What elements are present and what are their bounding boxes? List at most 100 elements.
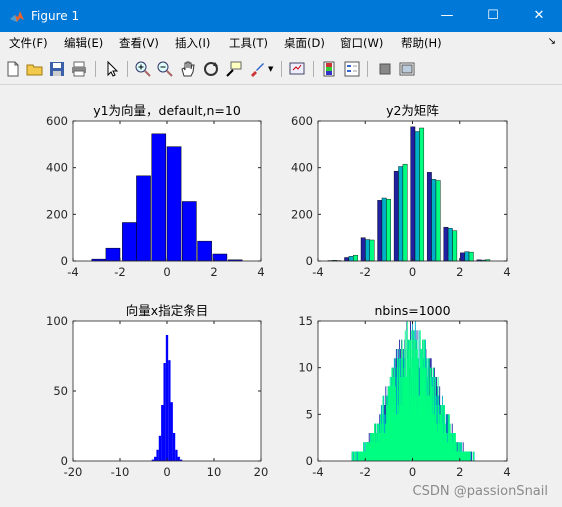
axes-vector-edges-histogram[interactable]: -20 -10 0 10 20050100向量x指定条目 — [46, 303, 268, 479]
menu-insert[interactable]: 插入(I) — [175, 36, 210, 50]
x-tick-label: 4 — [257, 265, 264, 279]
menu-tools[interactable]: 工具(T) — [229, 36, 268, 50]
x-tick-label: -4 — [67, 265, 78, 279]
menu-view[interactable]: 查看(V) — [119, 36, 159, 50]
histogram-bar — [197, 240, 212, 262]
axes-title: y1为向量，default,n=10 — [93, 103, 241, 118]
dock-arrow-icon[interactable]: ↘ — [548, 36, 556, 47]
maximize-button[interactable]: ☐ — [470, 0, 516, 32]
histogram-bar — [151, 133, 167, 262]
toolbar-separator — [313, 61, 314, 77]
histogram-bar — [212, 253, 228, 262]
x-tick-label: 4 — [503, 465, 510, 479]
toolbar-separator — [367, 61, 368, 77]
histogram-bar — [471, 451, 473, 461]
minimize-button[interactable]: — — [424, 0, 470, 32]
x-tick-label: 0 — [409, 265, 416, 279]
histogram-bar — [460, 252, 465, 262]
histogram-bar — [352, 451, 354, 461]
y-tick-label: 15 — [298, 314, 313, 328]
histogram-bar — [414, 131, 420, 262]
histogram-bar — [393, 170, 399, 262]
x-tick-label: 0 — [163, 465, 170, 479]
menu-file[interactable]: 文件(F) — [9, 36, 48, 50]
histogram-bar — [355, 451, 357, 461]
data-cursor-icon[interactable] — [225, 60, 243, 78]
open-file-icon[interactable] — [26, 60, 44, 78]
axes-y1-histogram[interactable]: -4 -2 0 2 4 0 200 400 600 y1为向量，default,n=10 — [46, 103, 265, 279]
toolbar: ▼ — [0, 56, 562, 85]
x-tick-label: 2 — [210, 265, 217, 279]
hide-plot-tools-icon[interactable] — [376, 60, 394, 78]
new-figure-icon[interactable] — [4, 60, 22, 78]
histogram-bar — [172, 433, 176, 461]
pan-hand-icon[interactable] — [179, 60, 197, 78]
link-plot-icon[interactable] — [288, 60, 306, 78]
axes-title: nbins=1000 — [374, 303, 450, 318]
y-tick-label: 5 — [306, 407, 313, 421]
x-tick-label: 2 — [456, 465, 463, 479]
toolbar-separator — [95, 61, 96, 77]
zoom-in-icon[interactable] — [134, 60, 152, 78]
close-button[interactable]: ✕ — [516, 0, 562, 32]
histogram-bar — [426, 172, 432, 262]
y-tick-label: 100 — [46, 314, 68, 328]
menu-desktop[interactable]: 桌面(D) — [284, 36, 325, 50]
histogram-bar — [452, 230, 458, 262]
histogram-bar — [353, 254, 358, 262]
histogram-bar — [365, 239, 371, 262]
histogram-bar — [398, 166, 404, 262]
histogram-bar — [182, 201, 197, 262]
histogram-bar — [410, 126, 416, 262]
histogram-bar — [177, 456, 180, 461]
print-icon[interactable] — [70, 60, 88, 78]
matlab-logo-icon — [10, 11, 24, 22]
show-plot-tools-icon[interactable] — [398, 60, 416, 78]
histogram-bar — [468, 451, 470, 461]
y-tick-label: 50 — [53, 384, 68, 398]
watermark: CSDN @passionSnail — [412, 484, 548, 499]
y-tick-label: 0 — [306, 454, 313, 468]
histogram-bar — [469, 451, 471, 461]
title-bar[interactable]: Figure 1 — ☐ ✕ — [0, 0, 562, 32]
rotate-3d-icon[interactable] — [202, 60, 220, 78]
menu-window[interactable]: 窗口(W) — [340, 36, 383, 50]
histogram-bar — [105, 247, 121, 262]
figure-canvas[interactable]: -4 -2 0 2 40200400600y1为向量，default,n=10 -4 -2… — [0, 85, 562, 507]
pointer-icon[interactable] — [103, 60, 121, 78]
histogram-bar — [154, 456, 157, 461]
y-tick-label: 600 — [46, 114, 68, 128]
menu-help[interactable]: 帮助(H) — [401, 36, 442, 50]
histogram-bar — [161, 405, 164, 461]
brush-icon[interactable] — [248, 60, 266, 78]
x-tick-label: 0 — [163, 265, 170, 279]
histogram-bar — [348, 256, 354, 262]
colorbar-icon[interactable] — [320, 60, 338, 78]
menu-edit[interactable]: 编辑(E) — [64, 36, 103, 50]
y-tick-label: 600 — [291, 114, 313, 128]
y-tick-label: 0 — [61, 454, 68, 468]
histogram-bar — [175, 449, 178, 461]
histogram-bar — [419, 127, 425, 262]
histogram-bar — [158, 435, 162, 461]
legend-icon[interactable] — [343, 60, 361, 78]
x-tick-label: -4 — [312, 265, 323, 279]
x-tick-label: 4 — [503, 265, 510, 279]
histogram-bar — [166, 146, 182, 262]
axes-nbins-1000-histogram[interactable]: -4 -2 0 2 4 0 5 10 15 nbins=1000 — [298, 303, 510, 479]
brush-dropdown-icon[interactable]: ▼ — [268, 65, 273, 73]
x-tick-label: 10 — [207, 465, 222, 479]
save-icon[interactable] — [48, 60, 66, 78]
histogram-bar — [402, 163, 408, 262]
histogram-bar — [447, 228, 453, 262]
y-tick-label: 10 — [298, 361, 313, 375]
histogram-bar — [381, 197, 387, 262]
figure-window: Figure 1 — ☐ ✕ 文件(F) 编辑(E) 查看(V) 插入(I) 工… — [0, 0, 562, 507]
y-tick-label: 400 — [291, 161, 313, 175]
zoom-out-icon[interactable] — [156, 60, 174, 78]
y-tick-label: 0 — [61, 254, 68, 268]
histogram-bar — [344, 257, 350, 262]
histogram-bar — [431, 179, 437, 262]
x-tick-label: 20 — [254, 465, 269, 479]
axes-y2-matrix-histogram[interactable]: -4 -2 0 2 4 0 200 400 600 y2为矩阵 — [291, 103, 511, 279]
